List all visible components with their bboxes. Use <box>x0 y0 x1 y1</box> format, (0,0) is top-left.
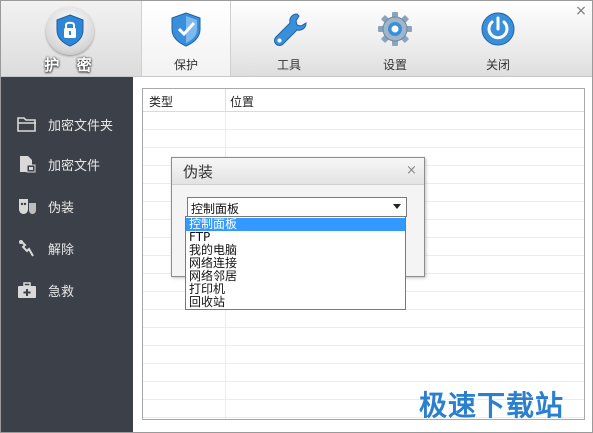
sidebar: 加密文件夹 加密文件 伪装 解除 急救 <box>1 77 133 432</box>
sidebar-item-first-aid[interactable]: 急救 <box>1 275 133 305</box>
unlock-icon <box>19 240 34 257</box>
power-icon <box>481 12 515 46</box>
sidebar-item-remove[interactable]: 解除 <box>1 233 133 263</box>
first-aid-icon <box>18 282 36 298</box>
sidebar-item-label: 加密文件夹 <box>48 119 114 134</box>
option-control-panel[interactable]: 控制面板 <box>186 218 405 231</box>
sidebar-item-disguise[interactable]: 伪装 <box>1 191 133 221</box>
sidebar-item-label: 急救 <box>48 285 75 300</box>
gear-icon <box>378 12 412 46</box>
tab-close-label: 关闭 <box>485 58 510 72</box>
tab-tools[interactable]: 工具 <box>244 1 334 76</box>
tab-settings[interactable]: 设置 <box>350 1 440 76</box>
column-header-location[interactable]: 位置 <box>230 93 254 110</box>
chevron-down-icon[interactable] <box>393 204 401 209</box>
sidebar-item-encrypt-folder[interactable]: 加密文件夹 <box>1 109 133 139</box>
tab-tools-label: 工具 <box>276 58 301 72</box>
sidebar-item-label: 加密文件 <box>48 159 101 174</box>
option-recycle-bin[interactable]: 回收站 <box>186 296 405 309</box>
window-close-button[interactable]: × <box>574 4 588 18</box>
disguise-icon <box>19 199 36 214</box>
logo-text: 护 密 <box>44 56 98 74</box>
app-window: 护 密 保护 工具 设置 关闭 × 加密文件夹 加密文件 伪装 解除 急救 类型… <box>0 0 593 433</box>
file-icon <box>20 156 36 173</box>
disguise-type-select[interactable]: 控制面板 <box>187 197 407 217</box>
wrench-icon <box>274 13 307 46</box>
tab-protect[interactable]: 保护 <box>141 1 231 76</box>
sidebar-item-label: 伪装 <box>48 201 75 216</box>
tab-settings-label: 设置 <box>382 58 407 72</box>
tab-protect-label: 保护 <box>173 58 198 72</box>
lock-shield-icon <box>56 14 84 47</box>
dialog-title: 伪装 <box>183 163 214 181</box>
shield-icon <box>171 12 201 47</box>
header-toolbar: 护 密 保护 工具 设置 关闭 × <box>1 1 592 77</box>
watermark-text: 极速下载站 <box>419 389 565 422</box>
sidebar-item-encrypt-file[interactable]: 加密文件 <box>1 149 133 179</box>
table-header: 类型 位置 <box>143 89 584 112</box>
column-separator[interactable] <box>225 89 226 111</box>
tab-close[interactable]: 关闭 <box>453 1 543 76</box>
folder-icon <box>17 117 36 132</box>
select-value: 控制面板 <box>191 202 240 216</box>
dialog-titlebar[interactable]: 伪装 × <box>172 158 424 185</box>
disguise-type-options: 控制面板 FTP 我的电脑 网络连接 网络邻居 打印机 回收站 <box>185 216 406 310</box>
app-logo <box>46 7 94 55</box>
sidebar-item-label: 解除 <box>48 243 75 258</box>
column-header-type[interactable]: 类型 <box>149 93 173 110</box>
dialog-close-button[interactable]: × <box>406 163 417 178</box>
logo-area: 护 密 <box>1 1 141 76</box>
